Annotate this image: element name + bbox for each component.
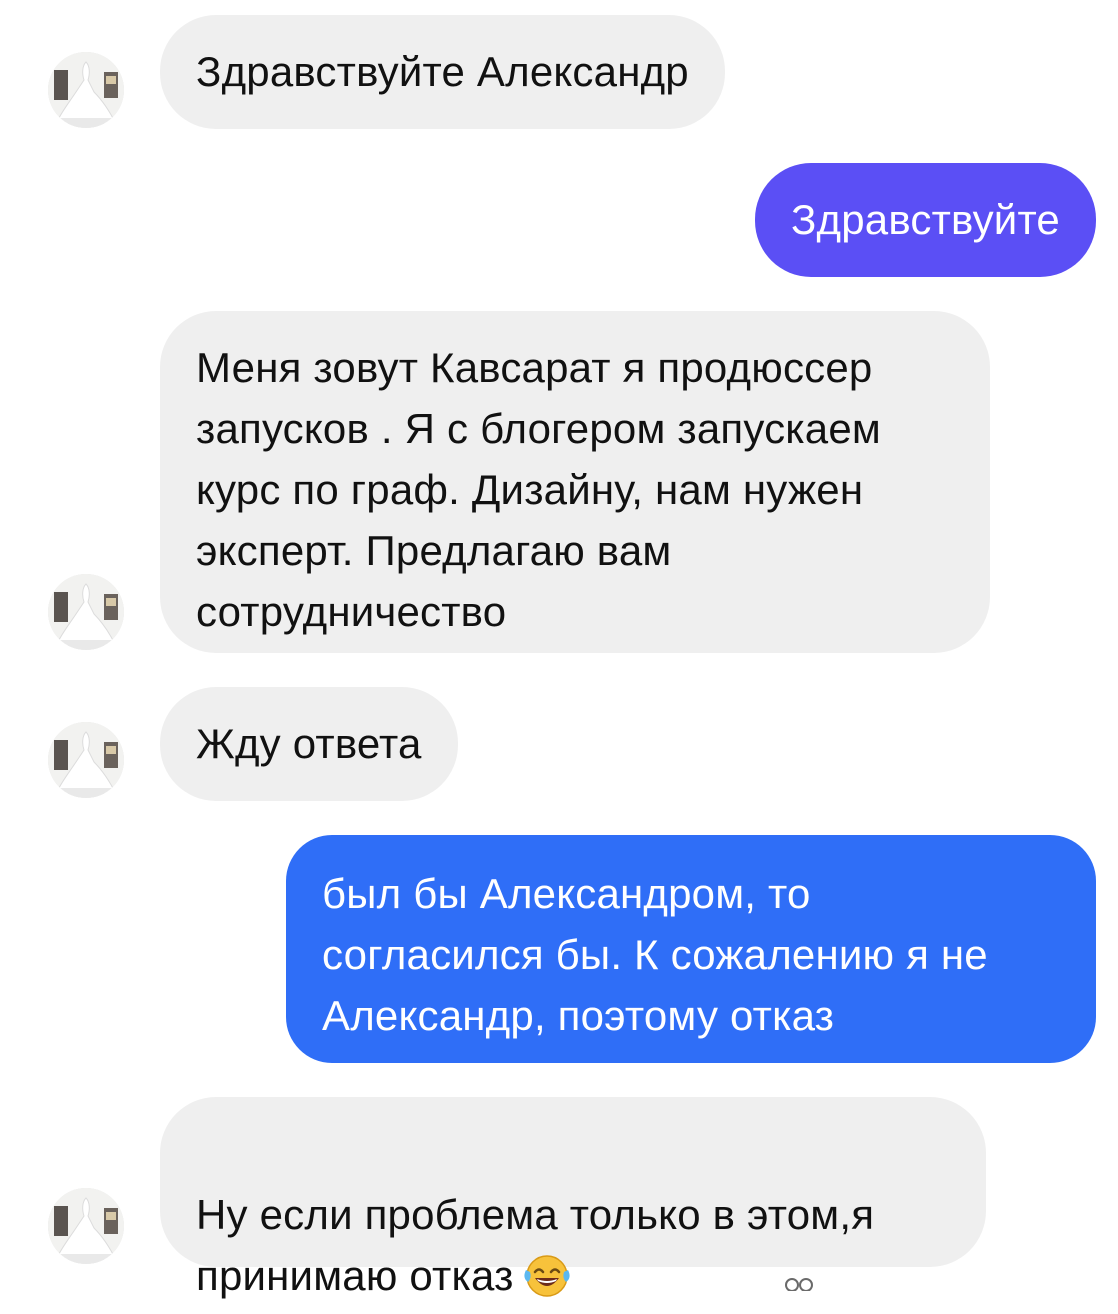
message-bubble-outgoing[interactable]: Здравствуйте (754, 163, 1096, 277)
avatar[interactable] (48, 1188, 124, 1264)
avatar-wedding-dress-icon (48, 52, 124, 128)
message-bubble-incoming[interactable]: Ну если проблема только в этом,я принима… (160, 1097, 986, 1299)
message-bubble-incoming[interactable]: Жду ответа (160, 687, 458, 801)
avatar-wedding-dress-icon (48, 1188, 124, 1264)
avatar[interactable] (48, 722, 124, 798)
reaction-peek-icon (785, 1278, 813, 1291)
avatar[interactable] (48, 52, 124, 128)
avatar-wedding-dress-icon (48, 574, 124, 650)
avatar-wedding-dress-icon (48, 722, 124, 798)
message-bubble-outgoing[interactable]: был бы Александром, то согласился бы. К … (286, 835, 1096, 1063)
face-with-tears-of-joy-icon (522, 1252, 572, 1314)
message-bubble-incoming[interactable]: Меня зовут Кавсарат я продюссер запусков… (160, 311, 990, 653)
message-bubble-incoming[interactable]: Здравствуйте Александр (160, 15, 725, 129)
avatar[interactable] (48, 574, 124, 650)
